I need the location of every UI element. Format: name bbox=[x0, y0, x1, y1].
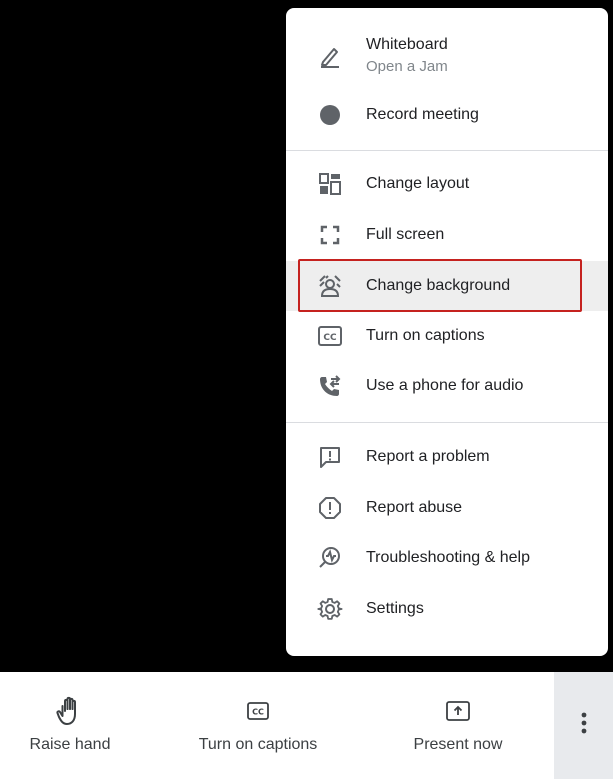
captions-label: Turn on captions bbox=[198, 736, 318, 753]
menu-item-troubleshooting[interactable]: Troubleshooting & help bbox=[286, 533, 608, 583]
menu-item-label: Whiteboard bbox=[366, 36, 448, 53]
svg-text:CC: CC bbox=[252, 708, 264, 717]
menu-item-settings[interactable]: Settings bbox=[286, 584, 608, 634]
troubleshooting-icon bbox=[316, 544, 344, 572]
pencil-icon bbox=[316, 42, 344, 70]
svg-text:CC: CC bbox=[323, 333, 337, 343]
menu-item-report-problem[interactable]: Report a problem bbox=[286, 432, 608, 482]
menu-item-turn-on-captions[interactable]: CC Turn on captions bbox=[286, 311, 608, 361]
menu-item-report-abuse[interactable]: Report abuse bbox=[286, 483, 608, 533]
menu-item-label: Troubleshooting & help bbox=[366, 549, 530, 566]
background-person-icon bbox=[316, 272, 344, 300]
record-dot-icon bbox=[316, 101, 344, 129]
menu-item-label: Change layout bbox=[366, 175, 470, 192]
present-now-label: Present now bbox=[413, 736, 503, 753]
menu-item-change-layout[interactable]: Change layout bbox=[286, 159, 608, 209]
menu-item-label: Turn on captions bbox=[366, 327, 485, 344]
menu-item-label: Report a problem bbox=[366, 448, 490, 465]
menu-item-record-meeting[interactable]: Record meeting bbox=[286, 90, 608, 140]
fullscreen-icon bbox=[316, 221, 344, 249]
captions-icon: CC bbox=[316, 322, 344, 350]
raise-hand-label: Raise hand bbox=[29, 736, 111, 753]
menu-item-whiteboard[interactable]: Whiteboard Open a Jam bbox=[286, 28, 608, 84]
menu-item-sublabel: Open a Jam bbox=[366, 58, 448, 75]
menu-divider bbox=[286, 150, 608, 151]
present-now-button[interactable]: Present now bbox=[398, 672, 518, 779]
gear-icon bbox=[316, 595, 344, 623]
report-abuse-icon bbox=[316, 494, 344, 522]
more-options-menu: Whiteboard Open a Jam Record meeting Cha… bbox=[286, 8, 608, 656]
more-vert-icon bbox=[581, 712, 587, 739]
menu-divider bbox=[286, 422, 608, 423]
raise-hand-button[interactable]: Raise hand bbox=[10, 672, 130, 779]
present-icon bbox=[443, 696, 473, 726]
report-problem-icon bbox=[316, 443, 344, 471]
captions-button[interactable]: CC Turn on captions bbox=[186, 672, 330, 779]
hand-icon bbox=[55, 696, 85, 726]
layout-icon bbox=[316, 170, 344, 198]
menu-item-label: Record meeting bbox=[366, 106, 479, 123]
menu-item-label: Report abuse bbox=[366, 499, 463, 516]
menu-item-label: Change background bbox=[366, 277, 511, 294]
captions-icon: CC bbox=[243, 696, 273, 726]
bottom-toolbar: Raise hand CC Turn on captions Present n… bbox=[0, 672, 613, 779]
phone-audio-icon bbox=[316, 372, 344, 400]
menu-item-full-screen[interactable]: Full screen bbox=[286, 210, 608, 260]
menu-item-phone-audio[interactable]: Use a phone for audio bbox=[286, 361, 608, 411]
menu-item-change-background[interactable]: Change background bbox=[286, 261, 608, 311]
menu-item-label: Settings bbox=[366, 600, 424, 617]
menu-item-label: Full screen bbox=[366, 226, 445, 243]
more-options-button[interactable] bbox=[554, 672, 613, 779]
menu-item-label: Use a phone for audio bbox=[366, 377, 524, 394]
